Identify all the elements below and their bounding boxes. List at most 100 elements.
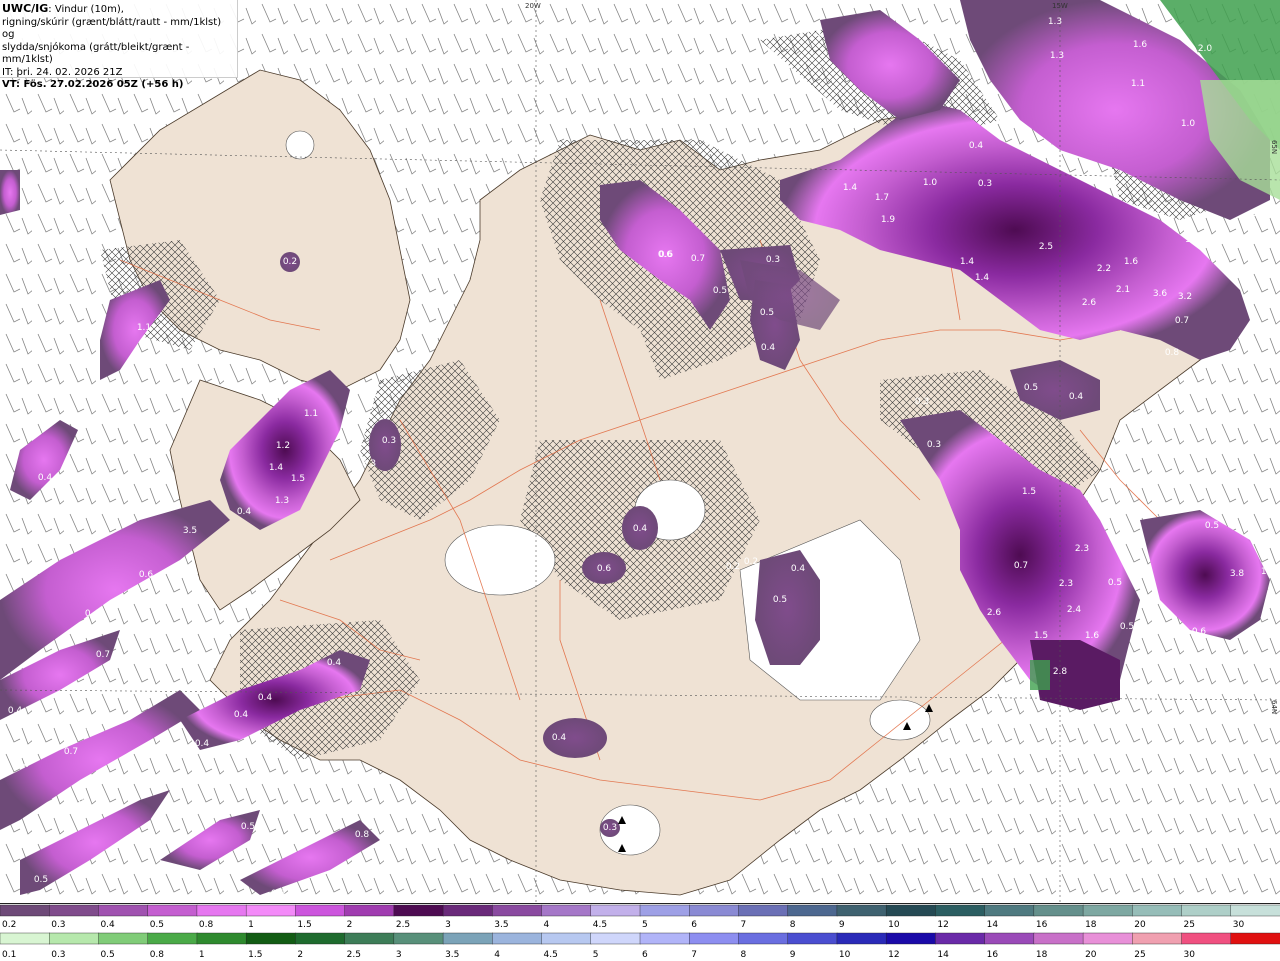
precip-value-label: 2.0 xyxy=(1198,44,1213,54)
snow-colorbar-swatch xyxy=(935,904,986,917)
snow-colorbar: 0.2 0.3 0.4 0.5 0.8 1 1.5 2 2.5 3 3.5 4 4.5 5 6 7 8 9 10 12… xyxy=(0,904,1280,930)
precip-value-label: 0.5 xyxy=(34,875,48,885)
precip-value-label: 0.4 xyxy=(8,706,23,716)
snow-colorbar-tick-label: 10 xyxy=(888,920,900,930)
rain-colorbar-swatch xyxy=(590,932,641,945)
rain-colorbar-tick-label: 20 xyxy=(1085,950,1097,960)
snow-colorbar-tick-label: 18 xyxy=(1085,920,1097,930)
rain-colorbar-tick-label: 0.3 xyxy=(51,950,65,960)
valid-time: VT: Fös. 27.02.2026 05Z (+56 h) xyxy=(2,79,184,90)
precip-value-label: 1.1 xyxy=(137,323,151,333)
rain-colorbar-swatch xyxy=(984,932,1035,945)
precip-value-label: 0.7 xyxy=(1014,561,1028,571)
rain-colorbar-swatch xyxy=(196,932,247,945)
precip-value-label: 1.6 xyxy=(1085,631,1100,641)
rain-colorbar-swatch xyxy=(689,932,740,945)
rain-colorbar-swatch xyxy=(1181,932,1232,945)
rain-colorbar-swatch xyxy=(935,932,986,945)
rain-colorbar-swatch xyxy=(98,932,149,945)
snow-colorbar-tick-label: 1 xyxy=(248,920,254,930)
precip-value-label: 2.8 xyxy=(1053,667,1068,677)
precip-value-label: 1.0 xyxy=(1181,119,1196,129)
snow-colorbar-tick-label: 9 xyxy=(839,920,845,930)
rain-colorbar-tick-label: 14 xyxy=(937,950,949,960)
precip-value-label: 0.7 xyxy=(1175,316,1189,326)
precip-value-label: 0.4 xyxy=(761,343,776,353)
precip-value-label: 1.0 xyxy=(70,797,85,807)
precip-value-label: 0.5 xyxy=(1024,383,1038,393)
rain-colorbar-tick-label: 2.5 xyxy=(347,950,361,960)
grid-label-65n: 65N xyxy=(1270,140,1278,154)
precip-value-label: 2.2 xyxy=(1097,264,1111,274)
snow-colorbar-swatch xyxy=(984,904,1035,917)
rain-colorbar-tick-label: 30 xyxy=(1184,950,1196,960)
precip-value-label: 0.7 xyxy=(691,254,705,264)
precip-value-label: 2.6 xyxy=(1082,298,1097,308)
rain-colorbar-swatch xyxy=(738,932,789,945)
precip-value-label: 0.6 xyxy=(659,250,674,260)
precip-value-label: 0.4 xyxy=(85,609,100,619)
snow-colorbar-tick-label: 14 xyxy=(987,920,999,930)
precip-value-label: 0.4 xyxy=(195,739,210,749)
snow-colorbar-tick-label: 2.5 xyxy=(396,920,410,930)
precip-value-label: 0.5 xyxy=(773,595,787,605)
snow-colorbar-tick-label: 3 xyxy=(445,920,451,930)
precip-value-label: 1.6 xyxy=(1133,40,1148,50)
snow-colorbar-swatch xyxy=(689,904,740,917)
precip-value-label: 0.3 xyxy=(603,823,617,833)
precip-value-label: 2.3 xyxy=(1075,544,1089,554)
snow-colorbar-tick-label: 4.5 xyxy=(593,920,607,930)
precip-value-label: 2.5 xyxy=(1039,242,1053,252)
snow-colorbar-swatch xyxy=(98,904,149,917)
precip-value-label: 2.1 xyxy=(1116,285,1130,295)
snow-colorbar-swatch xyxy=(1082,904,1134,917)
snow-colorbar-swatch xyxy=(344,904,395,917)
rain-colorbar-tick-label: 4 xyxy=(494,950,500,960)
rain-colorbar-tick-label: 12 xyxy=(888,950,899,960)
rain-colorbar-tick-label: 8 xyxy=(740,950,746,960)
precip-value-label: 0.2 xyxy=(283,257,297,267)
rain-colorbar-tick-label: 10 xyxy=(839,950,851,960)
snow-colorbar-swatch xyxy=(885,904,937,917)
rain-colorbar-tick-label: 3 xyxy=(396,950,402,960)
snow-colorbar-swatch xyxy=(196,904,247,917)
precip-value-label: 1.4 xyxy=(269,463,284,473)
precip-value-label: 1.7 xyxy=(875,193,889,203)
snow-colorbar-tick-label: 0.4 xyxy=(100,920,115,930)
rain-colorbar-swatch xyxy=(49,932,100,945)
precip-value-label: 1.3 xyxy=(1050,51,1064,61)
precip-value-label: 0.7 xyxy=(96,650,110,660)
snow-colorbar-swatch xyxy=(1033,904,1084,917)
snow-colorbar-tick-label: 0.2 xyxy=(2,920,16,930)
snow-colorbar-tick-label: 2 xyxy=(347,920,353,930)
rain-colorbar-tick-label: 18 xyxy=(1036,950,1048,960)
snow-colorbar-tick-label: 8 xyxy=(790,920,796,930)
snow-colorbar-tick-label: 12 xyxy=(937,920,948,930)
rain-colorbar-swatch xyxy=(0,932,50,945)
model-name: UWC/IG xyxy=(2,2,49,15)
precip-value-label: 0.2 xyxy=(744,557,758,567)
snow-colorbar-tick-label: 20 xyxy=(1134,920,1146,930)
precip-value-label: 0.8 xyxy=(355,830,370,840)
precip-value-label: 3.5 xyxy=(183,526,197,536)
rain-colorbar-swatch xyxy=(147,932,198,945)
rain-colorbar-swatch xyxy=(492,932,543,945)
precip-value-label: 0.4 xyxy=(1101,179,1116,189)
snow-colorbar-tick-label: 30 xyxy=(1233,920,1245,930)
snow-colorbar-swatch xyxy=(393,904,444,917)
rain-colorbar-tick-label: 7 xyxy=(691,950,697,960)
rain-colorbar-swatch xyxy=(1132,932,1183,945)
snow-colorbar-tick-label: 3.5 xyxy=(494,920,508,930)
precip-value-label: 0.5 xyxy=(713,286,727,296)
rain-colorbar-swatch xyxy=(393,932,444,945)
precip-value-label: 0.3 xyxy=(362,459,376,469)
precip-value-label: 0.4 xyxy=(237,507,252,517)
snow-colorbar-swatch xyxy=(1181,904,1232,917)
initial-time: IT: þri. 24. 02. 2026 21Z xyxy=(2,66,123,78)
precip-value-label: 1.1 xyxy=(1185,235,1199,245)
precip-value-label: 0.6 xyxy=(139,570,154,580)
precip-value-label: 0.3 xyxy=(927,440,941,450)
snow-colorbar-tick-label: 4 xyxy=(544,920,550,930)
precip-value-label: 0.3 xyxy=(915,397,929,407)
precip-value-label: 0.4 xyxy=(234,710,249,720)
